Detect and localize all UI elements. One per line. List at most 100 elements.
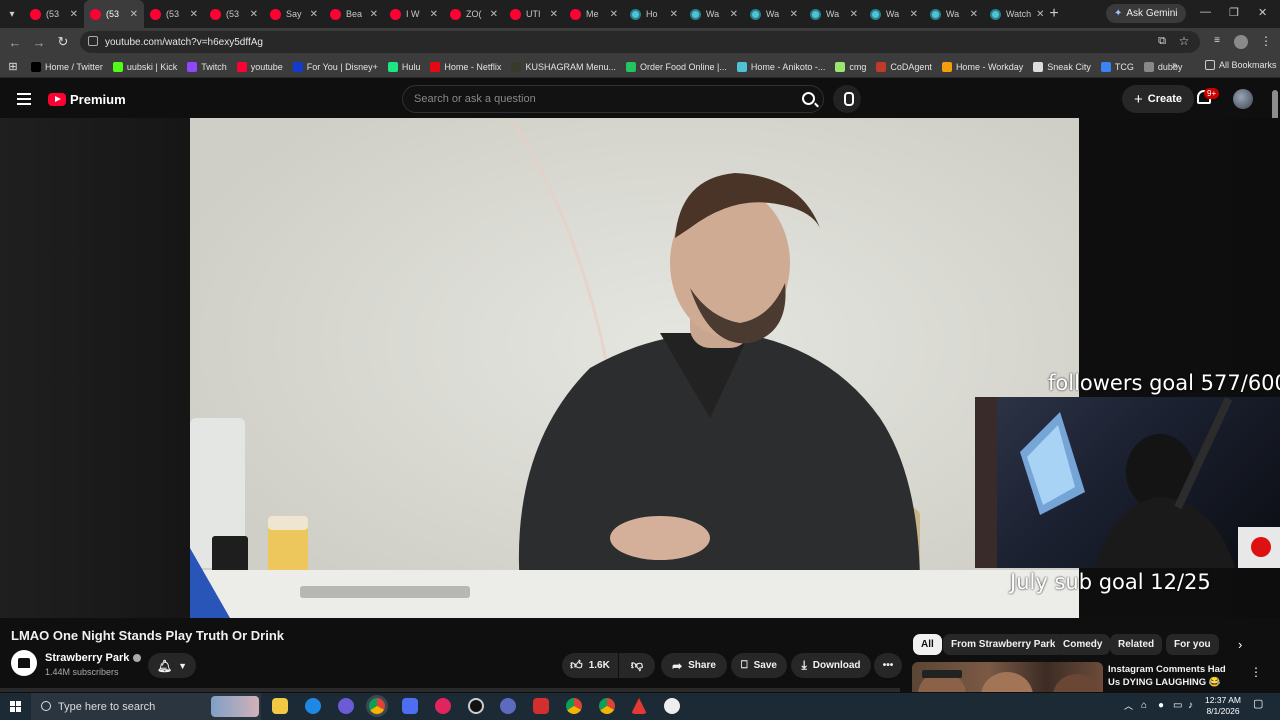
file-explorer-icon[interactable]	[272, 698, 288, 714]
bookmark-item[interactable]: dubby	[1139, 61, 1188, 72]
discord-icon[interactable]	[338, 698, 354, 714]
chip-for-you[interactable]: For you	[1166, 634, 1219, 655]
minimize-button[interactable]: —	[1200, 6, 1211, 18]
like-button[interactable]: 👍︎ 1.6K	[562, 653, 618, 678]
suggested-video-menu-icon[interactable]: ⋮	[1250, 665, 1262, 679]
browser-tab[interactable]: Watch ✕	[984, 0, 1044, 28]
install-app-icon[interactable]: ⧉	[1150, 35, 1174, 48]
notification-center-icon[interactable]: ▢	[1253, 699, 1263, 710]
close-tab-icon[interactable]: ✕	[70, 9, 78, 20]
network-icon[interactable]: ⌂	[1141, 700, 1147, 711]
apps-grid-icon[interactable]: ⊞	[0, 60, 26, 73]
chip-next-icon[interactable]: ›	[1238, 637, 1242, 652]
browser-tab[interactable]: Wa ✕	[864, 0, 924, 28]
site-info-icon[interactable]	[88, 36, 98, 46]
back-button[interactable]: ←	[3, 35, 27, 50]
browser-tab[interactable]: Me ✕	[564, 0, 624, 28]
address-bar[interactable]: youtube.com/watch?v=h6exy5dffAg	[80, 31, 1200, 53]
bookmark-item[interactable]: Hulu	[383, 61, 426, 72]
app-icon-1[interactable]	[500, 698, 516, 714]
close-tab-icon[interactable]: ✕	[130, 9, 138, 20]
youtube-logo[interactable]: Premium	[48, 92, 126, 107]
forward-button[interactable]: →	[27, 35, 51, 50]
edge-icon[interactable]	[305, 698, 321, 714]
more-actions-button[interactable]: •••	[874, 653, 902, 678]
close-tab-icon[interactable]: ✕	[970, 9, 978, 20]
maximize-button[interactable]: ❐	[1229, 6, 1239, 19]
chip-comedy[interactable]: Comedy	[1055, 634, 1111, 655]
mic-tray-icon[interactable]: ●	[1158, 700, 1164, 711]
close-tab-icon[interactable]: ✕	[790, 9, 798, 20]
valorant-icon[interactable]	[631, 698, 647, 714]
browser-tab[interactable]: Wa ✕	[684, 0, 744, 28]
dislike-button[interactable]: 👎︎	[619, 653, 655, 678]
browser-tab[interactable]: Wa ✕	[804, 0, 864, 28]
browser-tab[interactable]: ZO(✕	[444, 0, 504, 28]
game-controller-icon[interactable]	[402, 698, 418, 714]
browser-menu-icon[interactable]: ⋮	[1254, 34, 1278, 48]
close-tab-icon[interactable]: ✕	[910, 9, 918, 20]
browser-tab[interactable]: Wa ✕	[924, 0, 984, 28]
chip-from-strawberry-park[interactable]: From Strawberry Park	[943, 634, 1064, 655]
browser-tab[interactable]: Say ✕	[264, 0, 324, 28]
search-input[interactable]: Search or ask a question	[402, 85, 824, 113]
search-icon[interactable]	[802, 92, 815, 105]
bookmark-item[interactable]: Home / Twitter	[26, 61, 108, 72]
close-tab-icon[interactable]: ✕	[490, 9, 498, 20]
browser-tab[interactable]: UTI ✕	[504, 0, 564, 28]
channel-avatar[interactable]	[11, 650, 37, 676]
close-tab-icon[interactable]: ✕	[670, 9, 678, 20]
bookmark-item[interactable]: Sneak City	[1028, 61, 1096, 72]
download-button[interactable]: ⤓ Download	[791, 653, 871, 678]
channel-name-link[interactable]: Strawberry Park	[45, 652, 142, 664]
bookmark-item[interactable]: KUSHAGRAM Menu...	[506, 61, 621, 72]
ask-gemini-button[interactable]: ✦ Ask Gemini	[1106, 4, 1186, 23]
bookmark-item[interactable]: Order Food Online |...	[621, 61, 732, 72]
bookmark-star-icon[interactable]: ☆	[1172, 34, 1196, 48]
close-tab-icon[interactable]: ✕	[430, 9, 438, 20]
more-bookmarks-icon[interactable]: »	[1172, 60, 1178, 71]
close-tab-icon[interactable]: ✕	[850, 9, 858, 20]
suggested-video-title[interactable]: Instagram Comments Had Us DYING LAUGHING…	[1108, 663, 1238, 689]
share-button[interactable]: ➦ Share	[661, 653, 727, 678]
video-frame[interactable]	[190, 118, 1079, 618]
close-tab-icon[interactable]: ✕	[730, 9, 738, 20]
chip-related[interactable]: Related	[1110, 634, 1163, 655]
new-tab-button[interactable]: +	[1044, 5, 1064, 23]
reading-list-icon[interactable]: ≡	[1205, 35, 1229, 46]
profile-icon[interactable]	[1234, 35, 1248, 49]
bookmark-item[interactable]: TCG	[1096, 61, 1139, 72]
browser-tab[interactable]: (53 ✕	[24, 0, 84, 28]
browser-tab[interactable]: Ho ✕	[624, 0, 684, 28]
browser-tab[interactable]: (53 ✕	[84, 0, 144, 28]
taskbar-search-input[interactable]: Type here to search	[31, 693, 261, 720]
bookmark-item[interactable]: Home - Anikoto -...	[732, 61, 831, 72]
tab-search-icon[interactable]: ▾	[0, 0, 24, 28]
bookmark-item[interactable]: For You | Disney+	[288, 61, 383, 72]
bookmark-item[interactable]: Twitch	[182, 61, 232, 72]
browser-tab[interactable]: I W ✕	[384, 0, 444, 28]
bookmark-item[interactable]: Home - Netflix	[425, 61, 506, 72]
media-player-icon[interactable]	[435, 698, 451, 714]
bookmark-item[interactable]: cmg	[830, 61, 871, 72]
close-tab-icon[interactable]: ✕	[610, 9, 618, 20]
browser-tab[interactable]: (53 ✕	[204, 0, 264, 28]
chrome-icon[interactable]	[369, 698, 385, 714]
bookmark-item[interactable]: youtube	[232, 61, 288, 72]
browser-tab[interactable]: Bea ✕	[324, 0, 384, 28]
reload-button[interactable]: ↻	[51, 34, 75, 50]
tray-chevron-icon[interactable]: ︿	[1124, 701, 1133, 712]
subscribed-notifications-button[interactable]: 🔔︎ ▼	[148, 653, 196, 678]
account-avatar[interactable]	[1233, 89, 1253, 109]
bookmark-item[interactable]: CoDAgent	[871, 61, 937, 72]
create-button[interactable]: + Create	[1122, 85, 1195, 113]
browser-tab[interactable]: Wa ✕	[744, 0, 804, 28]
windows-start-icon[interactable]	[10, 701, 21, 712]
close-tab-icon[interactable]: ✕	[1036, 9, 1044, 20]
volume-icon[interactable]: ♪	[1188, 700, 1193, 711]
browser-tab[interactable]: (53 ✕	[144, 0, 204, 28]
app-icon-2[interactable]	[533, 698, 549, 714]
chip-all[interactable]: All	[913, 634, 942, 655]
close-tab-icon[interactable]: ✕	[250, 9, 258, 20]
close-tab-icon[interactable]: ✕	[310, 9, 318, 20]
